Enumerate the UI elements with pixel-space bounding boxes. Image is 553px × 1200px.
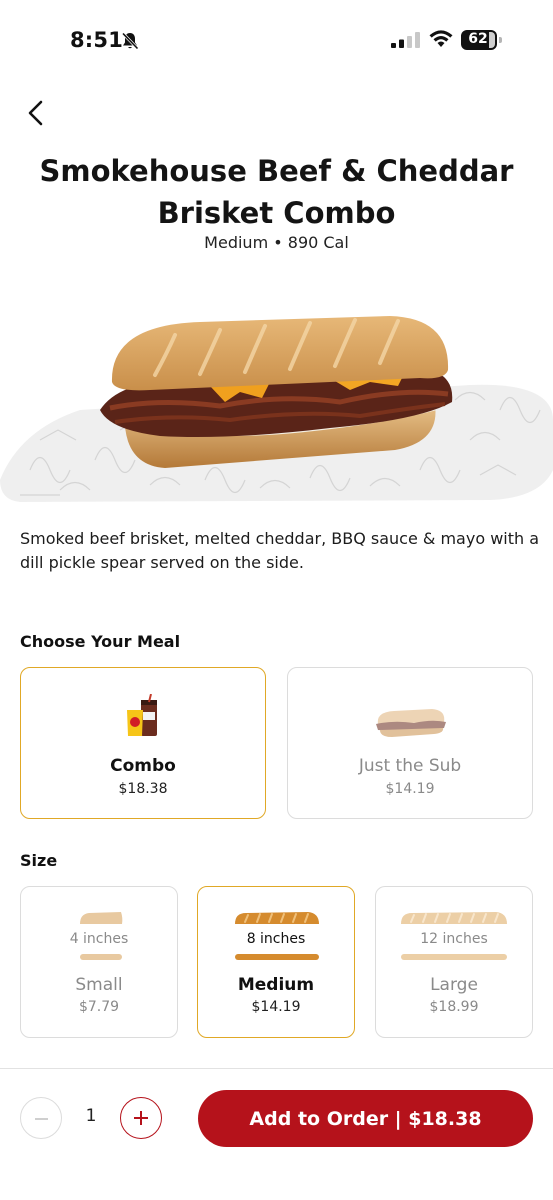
bread-top-icon [235, 912, 319, 924]
quantity-decrease-button[interactable] [20, 1097, 62, 1139]
size-option-small[interactable]: 4 inches Small $7.79 [20, 886, 178, 1038]
size-option-medium[interactable]: 8 inches Medium $14.19 [197, 886, 355, 1038]
size-section-label: Size [20, 851, 58, 870]
status-bar: 8:51 62 [0, 0, 553, 80]
chevron-left-icon[interactable] [22, 96, 52, 130]
meal-option-combo[interactable]: Combo $18.38 [20, 667, 266, 819]
sub-sandwich-icon [376, 709, 446, 737]
wifi-icon [429, 30, 453, 47]
meal-option-price: $14.19 [385, 781, 435, 797]
meal-option-name: Combo [110, 756, 176, 776]
calorie-subtitle: Medium • 890 Cal [204, 233, 349, 252]
bread-top-icon [401, 912, 507, 924]
size-price: $14.19 [251, 999, 301, 1015]
size-price: $18.99 [429, 999, 479, 1015]
size-name: Large [430, 975, 478, 995]
bell-slash-icon [121, 32, 139, 50]
battery-icon: 62 [461, 30, 503, 50]
bread-bottom-icon [80, 954, 122, 960]
meal-option-name: Just the Sub [358, 756, 462, 776]
meal-option-just-the-sub[interactable]: Just the Sub $14.19 [287, 667, 533, 819]
size-inches: 8 inches [246, 931, 306, 947]
size-inches: 12 inches [420, 931, 488, 947]
bread-bottom-icon [235, 954, 319, 960]
combo-meal-icon [127, 694, 157, 736]
status-time: 8:51 [70, 28, 124, 52]
size-price: $7.79 [78, 999, 120, 1015]
quantity-value: 1 [85, 1106, 97, 1126]
quantity-increase-button[interactable] [120, 1097, 162, 1139]
bread-bottom-icon [401, 954, 507, 960]
battery-level: 62 [468, 31, 488, 47]
product-description: Smoked beef brisket, melted cheddar, BBQ… [20, 529, 540, 572]
add-to-order-button[interactable]: Add to Order | $18.38 [198, 1090, 533, 1147]
signal-icon [391, 32, 420, 48]
bread-top-icon [80, 912, 123, 924]
page-title: Smokehouse Beef & Cheddar Brisket Combo [39, 154, 514, 230]
size-name: Medium [237, 975, 315, 995]
sandwich-hero-image [0, 316, 553, 502]
size-inches: 4 inches [69, 931, 129, 947]
size-name: Small [75, 975, 123, 995]
size-option-large[interactable]: 12 inches Large $18.99 [375, 886, 533, 1038]
footer-divider [0, 1068, 553, 1069]
meal-option-price: $18.38 [118, 781, 168, 797]
meal-section-label: Choose Your Meal [20, 632, 181, 651]
